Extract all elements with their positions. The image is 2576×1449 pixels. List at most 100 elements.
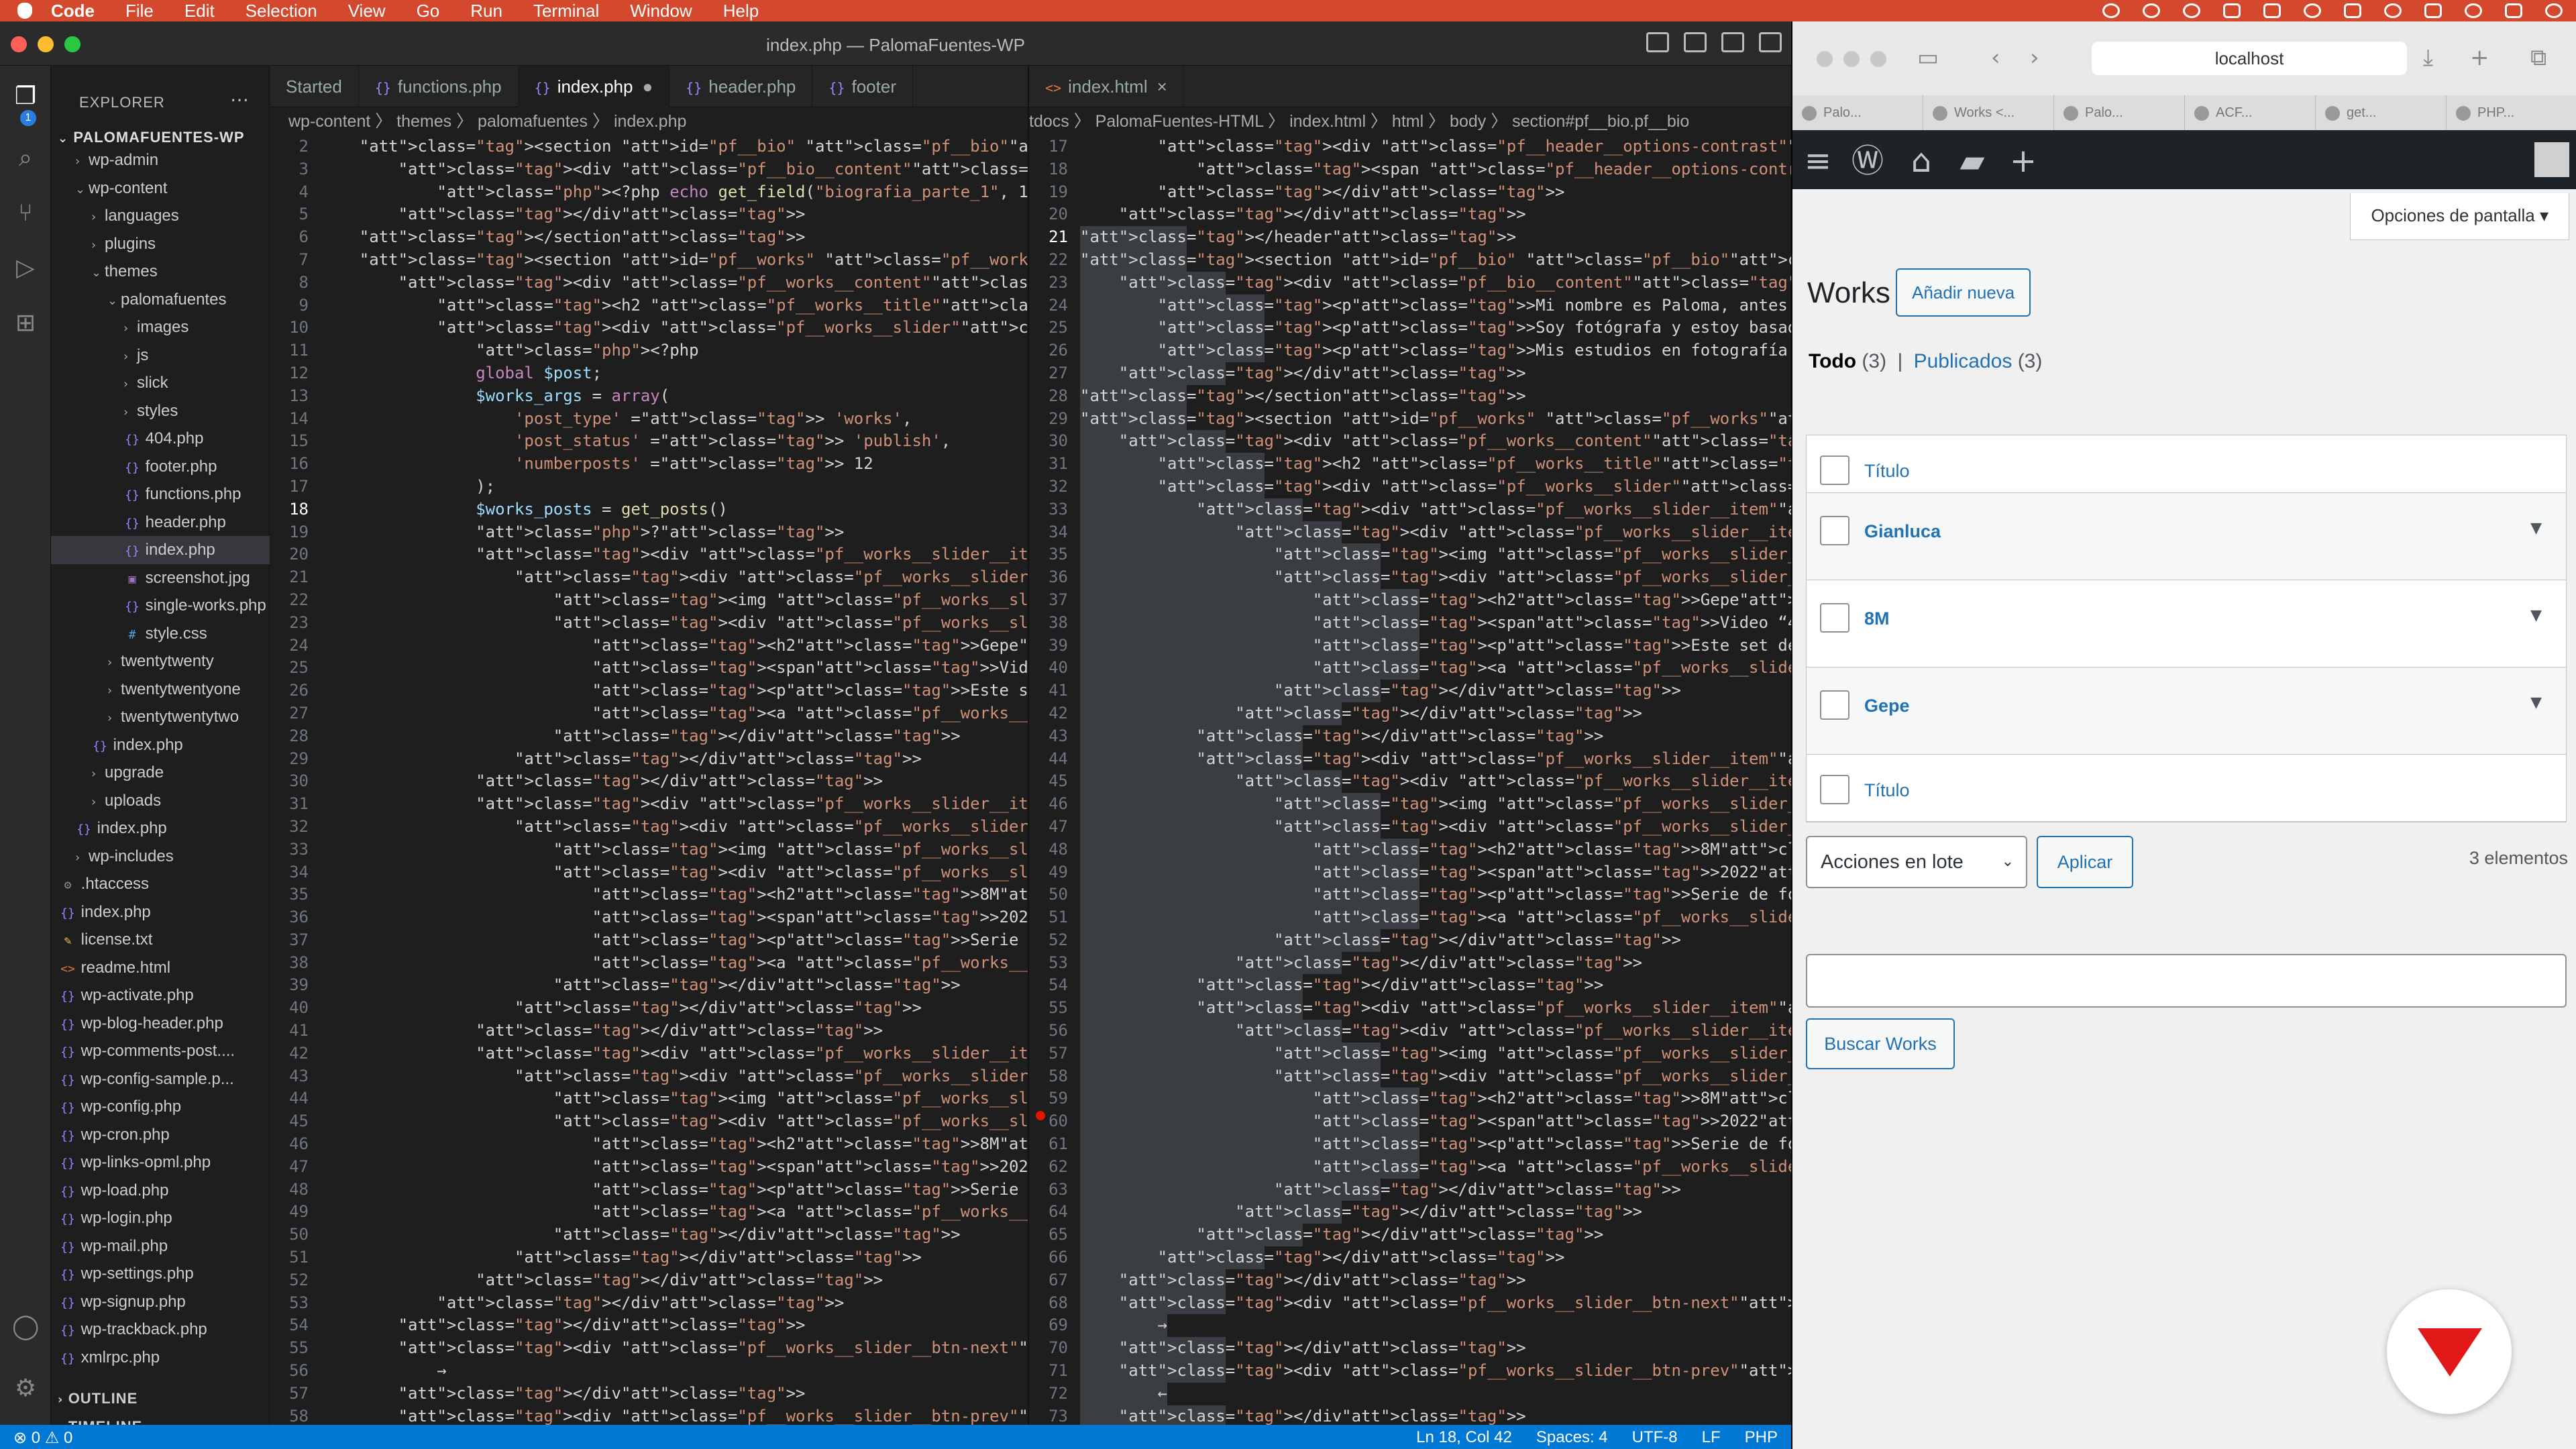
dropbox-icon[interactable] [2223, 3, 2241, 18]
tree-folder[interactable]: › images [51, 313, 270, 341]
tree-file[interactable]: {} index.php [51, 898, 270, 926]
tree-file[interactable]: {} header.php [51, 508, 270, 537]
forward-arrow-icon[interactable]: › [2030, 44, 2039, 71]
column-title[interactable]: Título [1864, 461, 1910, 482]
download-icon[interactable]: ⤓ [2423, 44, 2433, 71]
explorer-icon[interactable]: ❐ [12, 83, 39, 110]
tree-file[interactable]: {} single-works.php [51, 592, 270, 620]
new-tab-icon[interactable]: + [2470, 44, 2489, 71]
tree-file[interactable]: {} functions.php [51, 480, 270, 508]
browser-tab[interactable]: PHP... [2447, 95, 2576, 130]
tree-folder[interactable]: ⌄ wp-content [51, 174, 270, 203]
filter-published[interactable]: Publicados [1914, 350, 2012, 372]
unsaved-dot-icon[interactable]: ● [642, 76, 653, 97]
add-new-button[interactable]: Añadir nueva [1896, 268, 2031, 317]
tree-file[interactable]: {} wp-login.php [51, 1204, 270, 1232]
code-editor-right[interactable]: 17 "att">class="tag"><div "att">class="p… [1029, 136, 1791, 1449]
workspace-root[interactable]: ⌄ PALOMAFUENTES-WP [58, 129, 245, 146]
tree-file[interactable]: {} wp-links-opml.php [51, 1148, 270, 1177]
tree-folder[interactable]: › styles [51, 397, 270, 425]
tree-file[interactable]: {} wp-settings.php [51, 1260, 270, 1288]
comments-icon[interactable]: ▰ [1953, 142, 1991, 180]
menu-item-code[interactable]: Code [51, 1, 95, 21]
extensions-icon[interactable]: ⊞ [12, 310, 39, 337]
add-new-icon[interactable]: + [2004, 142, 2042, 180]
tree-folder[interactable]: › wp-includes [51, 843, 270, 871]
menu-item-file[interactable]: File [125, 1, 154, 21]
editor-tab[interactable]: <> index.html × [1029, 66, 1184, 107]
user-icon[interactable] [2384, 3, 2402, 18]
menu-item-window[interactable]: Window [630, 1, 692, 21]
menu-hamburger-icon[interactable]: ≡ [1799, 142, 1837, 180]
editor-tab[interactable]: {} functions.php [359, 66, 519, 107]
back-arrow-icon[interactable]: ‹ [1991, 44, 2000, 71]
customize-layout-icon[interactable] [1759, 32, 1782, 52]
menu-item-selection[interactable]: Selection [246, 1, 317, 21]
tree-folder[interactable]: ⌄ palomafuentes [51, 286, 270, 314]
shortcut-icon[interactable] [2263, 3, 2281, 18]
breadcrumb-left[interactable]: wp-content 〉 themes 〉 palomafuentes 〉 in… [288, 107, 1026, 136]
tree-folder[interactable]: › twentytwentyone [51, 676, 270, 704]
menu-item-help[interactable]: Help [723, 1, 759, 21]
minimize-window-button[interactable] [1843, 51, 1860, 67]
row-checkbox[interactable] [1820, 603, 1849, 633]
floating-logo-button[interactable] [2387, 1289, 2512, 1414]
status-item[interactable]: UTF-8 [1632, 1428, 1678, 1447]
browser-tab[interactable]: get... [2316, 95, 2447, 130]
tree-file[interactable]: {} footer.php [51, 453, 270, 481]
tree-folder[interactable]: › js [51, 341, 270, 370]
code-editor-left[interactable]: 2 "att">class="tag"><section "att">id="p… [270, 136, 1028, 1449]
creative-cloud-icon[interactable] [2183, 3, 2200, 18]
close-tab-icon[interactable]: × [1157, 76, 1167, 97]
tree-folder[interactable]: ⌄ themes [51, 258, 270, 286]
column-title[interactable]: Título [1864, 780, 1910, 801]
tree-file[interactable]: {} index.php [51, 731, 270, 759]
tree-file[interactable]: {} wp-load.php [51, 1177, 270, 1205]
tree-folder[interactable]: › slick [51, 369, 270, 397]
tree-file[interactable]: ⚙ .htaccess [51, 870, 270, 898]
close-window-button[interactable] [1817, 51, 1833, 67]
keyboard-icon[interactable] [2424, 3, 2442, 18]
menu-item-run[interactable]: Run [470, 1, 502, 21]
source-control-icon[interactable]: ⑂ [12, 200, 39, 227]
control-center-icon[interactable] [2505, 3, 2522, 18]
breadcrumb-right[interactable]: tdocs 〉 PalomaFuentes-HTML 〉 index.html … [1029, 107, 1791, 136]
siri-icon[interactable] [2545, 3, 2563, 18]
bulk-actions-select[interactable]: Acciones en lote ⌄ [1806, 836, 2027, 888]
row-checkbox[interactable] [1820, 775, 1849, 804]
tree-file[interactable]: {} 404.php [51, 425, 270, 453]
expand-row-icon[interactable]: ▼ [2530, 607, 2542, 624]
browser-tab[interactable]: Works <... [1923, 95, 2054, 130]
tree-file[interactable]: ▣ screenshot.jpg [51, 564, 270, 592]
tree-file[interactable]: {} wp-activate.php [51, 981, 270, 1010]
tree-folder[interactable]: › twentytwenty [51, 647, 270, 676]
outline-section[interactable]: › OUTLINE [58, 1390, 138, 1407]
wordpress-logo-icon[interactable]: Ⓦ [1849, 142, 1886, 180]
tree-file[interactable]: {} index.php [51, 536, 270, 564]
menu-item-edit[interactable]: Edit [184, 1, 215, 21]
expand-row-icon[interactable]: ▼ [2530, 694, 2542, 711]
user-avatar[interactable] [2534, 142, 2569, 177]
browser-tab[interactable]: Palo... [1792, 95, 1923, 130]
more-actions-icon[interactable]: ⋯ [230, 89, 249, 111]
tree-file[interactable]: # style.css [51, 620, 270, 648]
search-input[interactable] [1806, 954, 2567, 1008]
filter-all[interactable]: Todo [1809, 350, 1856, 372]
tree-file[interactable]: {} xmlrpc.php [51, 1344, 270, 1372]
tree-folder[interactable]: › languages [51, 202, 270, 230]
status-item[interactable]: Ln 18, Col 42 [1416, 1428, 1512, 1447]
breakpoint-icon[interactable] [1036, 1111, 1045, 1120]
volume-icon[interactable] [2344, 3, 2361, 18]
tree-file[interactable]: {} wp-blog-header.php [51, 1010, 270, 1038]
tree-file[interactable]: {} wp-trackback.php [51, 1316, 270, 1344]
tree-folder[interactable]: › twentytwentytwo [51, 703, 270, 731]
status-item[interactable]: Spaces: 4 [1536, 1428, 1608, 1447]
tree-file[interactable]: {} wp-comments-post.... [51, 1037, 270, 1065]
post-title-link[interactable]: Gepe [1864, 696, 1910, 716]
browser-tab[interactable]: ACF... [2185, 95, 2316, 130]
menu-item-go[interactable]: Go [417, 1, 440, 21]
tree-file[interactable]: <> readme.html [51, 954, 270, 982]
post-title-link[interactable]: 8M [1864, 608, 1890, 629]
tab-overview-icon[interactable]: ⧉ [2530, 44, 2546, 71]
apple-logo-icon[interactable] [17, 3, 32, 19]
